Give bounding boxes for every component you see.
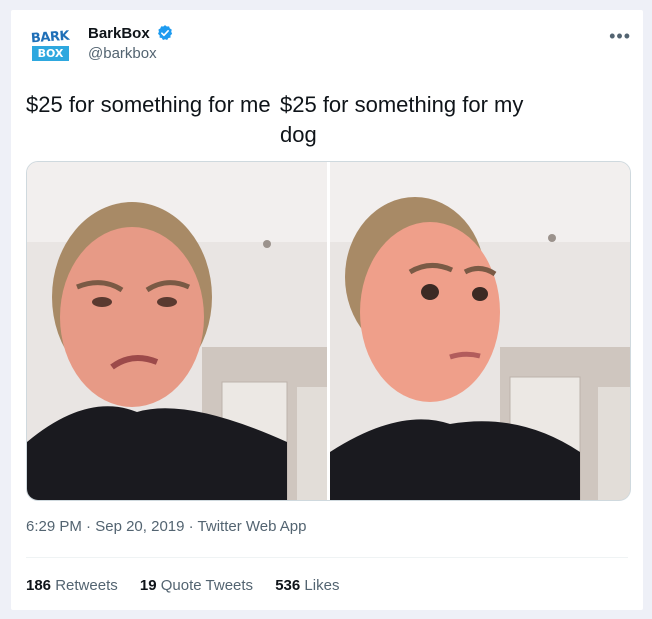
meta-separator: ·	[81, 518, 96, 535]
tweet-source[interactable]: Twitter Web App	[198, 518, 307, 535]
interested-face-photo[interactable]	[330, 162, 630, 500]
tweet-card: BARK BOX BarkBox @barkbox ••• $25 for so…	[11, 10, 643, 610]
disgusted-face-photo[interactable]	[27, 162, 327, 500]
caption-left: $25 for something for me	[26, 92, 271, 117]
author-names: BarkBox @barkbox	[88, 24, 174, 62]
verified-badge-icon	[158, 25, 173, 40]
tweet-header: BARK BOX BarkBox @barkbox •••	[28, 24, 631, 72]
quote-tweets-label: Quote Tweets	[160, 577, 254, 594]
divider	[26, 557, 628, 558]
tweet-stats: 186 Retweets 19 Quote Tweets 536 Likes	[26, 577, 357, 594]
tweet-time[interactable]: 6:29 PM	[26, 518, 82, 535]
quote-tweets-count: 19	[139, 577, 157, 594]
likes-count: 536	[275, 577, 301, 594]
retweets-stat[interactable]: 186 Retweets	[26, 577, 118, 594]
display-name[interactable]: BarkBox	[88, 25, 150, 42]
interested-face-illustration	[330, 162, 630, 500]
avatar[interactable]: BARK BOX	[28, 26, 72, 70]
logo-text-bottom: BOX	[32, 46, 69, 61]
retweets-label: Retweets	[55, 577, 118, 594]
disgusted-face-illustration	[27, 162, 327, 500]
quote-tweets-stat[interactable]: 19 Quote Tweets	[140, 577, 253, 594]
caption-right: $25 for something for my dog	[280, 92, 524, 147]
tweet-media[interactable]	[26, 161, 631, 501]
tweet-meta: 6:29 PM · Sep 20, 2019 · Twitter Web App	[26, 518, 306, 535]
tweet-date[interactable]: Sep 20, 2019	[95, 518, 184, 535]
likes-label: Likes	[304, 577, 340, 594]
likes-stat[interactable]: 536 Likes	[275, 577, 339, 594]
meta-separator: ·	[184, 518, 198, 535]
retweets-count: 186	[26, 577, 52, 594]
logo-text-top: BARK	[30, 28, 70, 47]
more-horizontal-icon[interactable]: •••	[609, 26, 631, 47]
handle[interactable]: @barkbox	[88, 45, 174, 62]
